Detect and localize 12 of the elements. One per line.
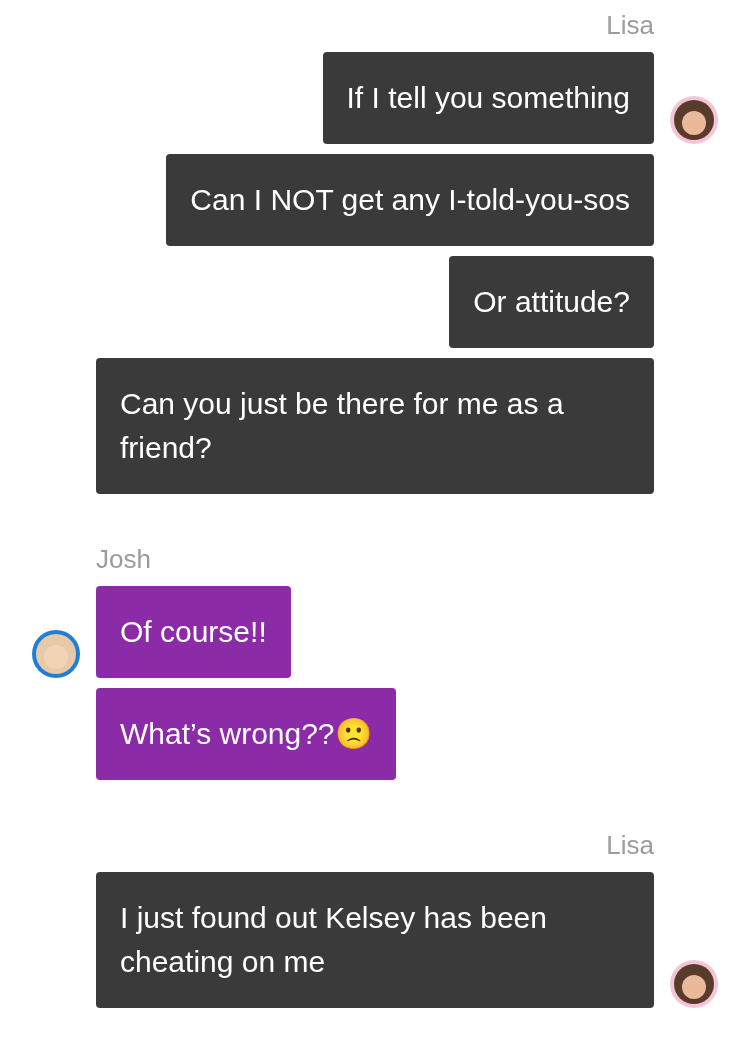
avatar-icon[interactable] bbox=[670, 96, 718, 144]
message-bubble: If I tell you something bbox=[322, 52, 654, 144]
message-bubble: Or attitude? bbox=[449, 256, 654, 348]
avatar-icon[interactable] bbox=[670, 960, 718, 1008]
message-bubble: Can I NOT get any I-told-you-sos bbox=[166, 154, 654, 246]
sender-name: Lisa bbox=[606, 829, 654, 861]
message-bubble: Can you just be there for me as a friend? bbox=[96, 358, 654, 494]
message-bubble: I just found out Kelsey has been cheating on me bbox=[96, 872, 654, 1008]
sender-name: Josh bbox=[96, 543, 151, 575]
message-bubble: What’s wrong??🙁 bbox=[96, 688, 396, 780]
sender-name: Lisa bbox=[606, 9, 654, 41]
message-bubble: Of course!! bbox=[96, 586, 291, 678]
